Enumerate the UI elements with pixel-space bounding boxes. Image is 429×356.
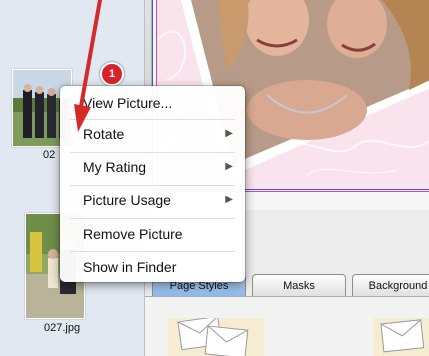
menu-item-label: Picture Usage bbox=[83, 192, 171, 208]
menu-item-rotate[interactable]: Rotate ▶ bbox=[60, 119, 245, 149]
page-style-thumbnail[interactable] bbox=[373, 318, 429, 356]
thumbnail-caption: 02 bbox=[43, 149, 56, 161]
submenu-arrow-icon: ▶ bbox=[225, 194, 233, 205]
screenshot: 02 1 027.jpg Page Styles Masks Backgroun… bbox=[0, 0, 429, 356]
tab-masks[interactable]: Masks bbox=[252, 274, 346, 298]
menu-item-remove-picture[interactable]: Remove Picture bbox=[60, 219, 245, 249]
menu-item-view-picture[interactable]: View Picture... bbox=[60, 88, 245, 118]
menu-item-label: Rotate bbox=[83, 126, 125, 142]
tab-background[interactable]: Background bbox=[352, 274, 429, 298]
menu-item-label: Show in Finder bbox=[83, 259, 177, 275]
page-style-thumbnail[interactable] bbox=[168, 318, 264, 356]
usage-count-badge: 1 bbox=[100, 62, 124, 86]
menu-item-show-in-finder[interactable]: Show in Finder bbox=[60, 252, 245, 282]
menu-item-my-rating[interactable]: My Rating ▶ bbox=[60, 152, 245, 182]
menu-item-picture-usage[interactable]: Picture Usage ▶ bbox=[60, 185, 245, 215]
context-menu: View Picture... Rotate ▶ My Rating ▶ Pic… bbox=[60, 86, 245, 282]
submenu-arrow-icon: ▶ bbox=[225, 128, 233, 139]
submenu-arrow-icon: ▶ bbox=[225, 161, 233, 172]
menu-item-label: View Picture... bbox=[83, 95, 173, 111]
thumbnail-caption: 027.jpg bbox=[44, 322, 81, 334]
menu-item-label: Remove Picture bbox=[83, 226, 183, 242]
menu-item-label: My Rating bbox=[83, 159, 147, 175]
